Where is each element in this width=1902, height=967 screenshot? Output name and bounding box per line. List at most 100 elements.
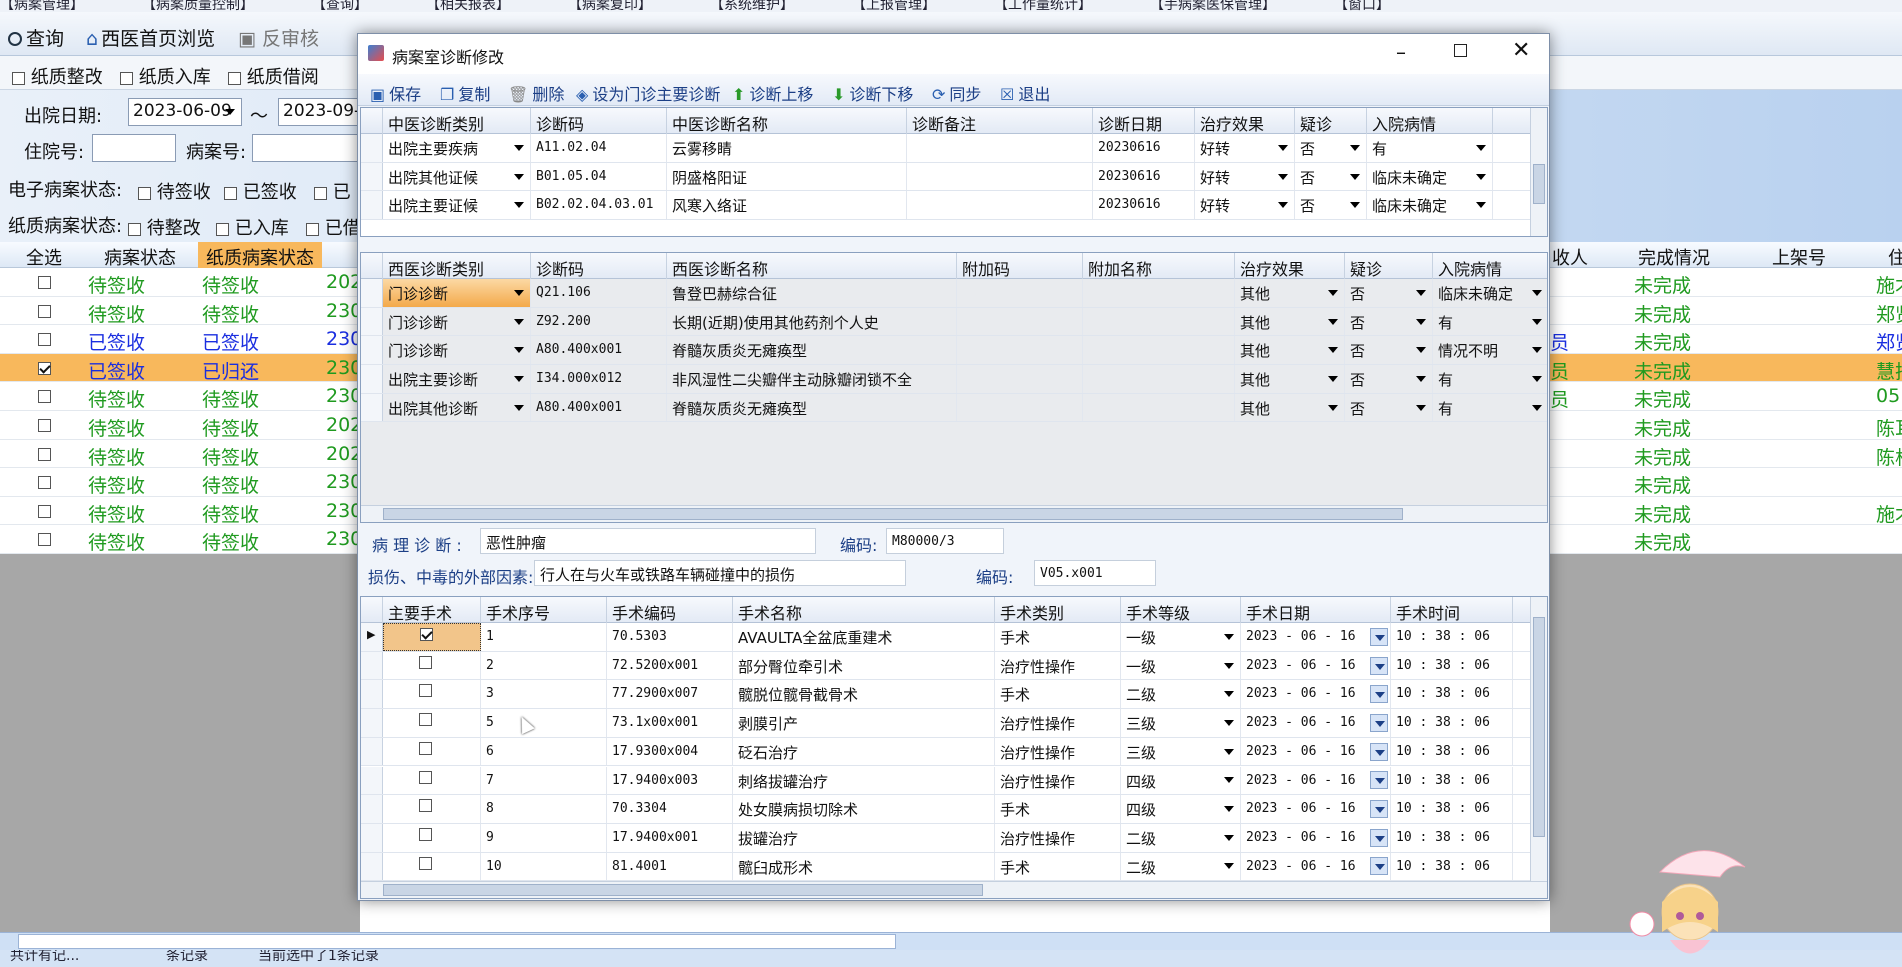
- surgery-time-cell[interactable]: 10 : 38 : 06: [1391, 795, 1513, 823]
- column-header[interactable]: 诊断码: [531, 108, 667, 134]
- surgery-date-cell[interactable]: 2023 - 06 - 16: [1241, 795, 1391, 823]
- column-header[interactable]: 疑诊: [1295, 108, 1367, 134]
- chevron-down-icon[interactable]: [1220, 685, 1238, 703]
- chevron-down-icon[interactable]: [1220, 829, 1238, 847]
- addon-code-cell[interactable]: [957, 336, 1083, 365]
- chevron-down-icon[interactable]: [1220, 714, 1238, 732]
- chevron-down-icon[interactable]: [1220, 743, 1238, 761]
- row-header[interactable]: [361, 852, 383, 881]
- checkbox[interactable]: [306, 222, 319, 236]
- table-row[interactable]: 3 77.2900x007 髋脱位髋骨截骨术 手术 二级 2023 - 06 - 16 10…: [361, 680, 1547, 710]
- column-header[interactable]: 入院病情: [1367, 108, 1493, 134]
- shelf-no-header[interactable]: 上架号: [1772, 244, 1826, 270]
- surgery-time-cell[interactable]: 10 : 38 : 06: [1391, 709, 1513, 737]
- chevron-down-icon[interactable]: [1274, 168, 1292, 186]
- row-header[interactable]: [361, 393, 383, 422]
- column-header[interactable]: 手术名称: [733, 597, 995, 623]
- row-checkbox[interactable]: [38, 533, 51, 547]
- chevron-down-icon[interactable]: [510, 313, 528, 331]
- surgery-date-cell[interactable]: 2023 - 06 - 16: [1241, 623, 1391, 651]
- effect-cell[interactable]: 其他: [1235, 365, 1345, 393]
- surgery-level-cell[interactable]: 二级: [1121, 852, 1241, 881]
- chevron-down-icon[interactable]: [1472, 168, 1490, 186]
- calendar-dropdown-icon[interactable]: [1370, 828, 1388, 847]
- pathology-code-input[interactable]: M80000/3: [886, 528, 1004, 554]
- chevron-down-icon[interactable]: [1412, 284, 1430, 302]
- calendar-dropdown-icon[interactable]: [1370, 713, 1388, 732]
- surgery-level-cell[interactable]: 三级: [1121, 709, 1241, 737]
- chevron-down-icon[interactable]: [1346, 196, 1364, 214]
- column-header[interactable]: 治疗效果: [1235, 253, 1345, 279]
- surgery-date-cell[interactable]: 2023 - 06 - 16: [1241, 823, 1391, 852]
- sync-button[interactable]: ⟳ 同步: [932, 81, 981, 105]
- query-button[interactable]: 查询: [8, 24, 64, 51]
- table-row[interactable]: 出院其他诊断 A80.400x001 脊髓灰质炎无瘫痪型 其他否有: [361, 393, 1547, 423]
- chevron-down-icon[interactable]: [510, 196, 528, 214]
- column-header[interactable]: 西医诊断名称: [667, 253, 957, 279]
- paper-borrow-check[interactable]: 纸质借阅: [228, 63, 319, 89]
- surgery-level-cell[interactable]: 一级: [1121, 623, 1241, 651]
- column-header[interactable]: 治疗效果: [1195, 108, 1295, 134]
- admission-no-input[interactable]: [92, 134, 176, 162]
- surgery-time-cell[interactable]: 10 : 38 : 06: [1391, 852, 1513, 881]
- chevron-down-icon[interactable]: [1528, 313, 1546, 331]
- status-header[interactable]: 病案状态: [104, 244, 176, 270]
- row-header[interactable]: [361, 336, 383, 365]
- scroll-thumb[interactable]: [18, 934, 896, 949]
- table-row[interactable]: 8 70.3304 处女膜病损切除术 手术 四级 2023 - 06 - 16 10 : 3…: [361, 795, 1547, 824]
- table-row[interactable]: 10 81.4001 髋臼成形术 手术 二级 2023 - 06 - 16 10 : 38 …: [361, 852, 1547, 882]
- tcm-category-cell[interactable]: 出院主要疾病: [383, 134, 531, 162]
- table-row[interactable]: 2 72.5200x001 部分臀位牵引术 治疗性操作 一级 2023 - 06 - 16…: [361, 651, 1547, 681]
- checkbox[interactable]: [224, 186, 237, 200]
- column-header[interactable]: 中医诊断名称: [667, 108, 907, 134]
- chevron-down-icon[interactable]: [1220, 771, 1238, 789]
- table-row[interactable]: 9 17.9400x001 拔罐治疗 治疗性操作 二级 2023 - 06 - 16 10 …: [361, 823, 1547, 853]
- emr-option-0[interactable]: 待签收: [138, 178, 211, 204]
- column-header[interactable]: 中医诊断类别: [383, 108, 531, 134]
- main-surgery-checkbox[interactable]: [419, 770, 432, 784]
- menu-item[interactable]: 【手病案医保管理】: [1150, 0, 1276, 12]
- effect-cell[interactable]: 其他: [1235, 307, 1345, 336]
- surgery-level-cell[interactable]: 四级: [1121, 766, 1241, 795]
- addon-code-cell[interactable]: [957, 365, 1083, 393]
- row-header[interactable]: [361, 134, 383, 162]
- calendar-dropdown-icon[interactable]: [1370, 800, 1388, 819]
- table-row[interactable]: 门诊诊断 Z92.200 长期(近期)使用其他药剂个人史 其他否有: [361, 307, 1547, 337]
- chevron-down-icon[interactable]: [1412, 370, 1430, 388]
- surgery-time-cell[interactable]: 10 : 38 : 06: [1391, 823, 1513, 852]
- suspected-cell[interactable]: 否: [1295, 162, 1367, 191]
- paper-option-1[interactable]: 已入库: [216, 214, 289, 240]
- chevron-down-icon[interactable]: [1528, 399, 1546, 417]
- table-row[interactable]: 5 73.1x00x001 剥膜引产 治疗性操作 三级 2023 - 06 - 16 10 …: [361, 709, 1547, 738]
- surgery-date-cell[interactable]: 2023 - 06 - 16: [1241, 766, 1391, 795]
- checkbox[interactable]: [128, 222, 141, 236]
- surgery-vertical-scrollbar[interactable]: [1530, 597, 1547, 881]
- menu-bar[interactable]: 【病案管理】 【病案质量控制】 【查询】 【相关报表】 【病案复印】 【系统维护】 【上报管…: [0, 0, 1902, 12]
- main-horizontal-scrollbar[interactable]: [0, 932, 1902, 950]
- effect-cell[interactable]: 好转: [1195, 191, 1295, 220]
- suspected-cell[interactable]: 否: [1345, 393, 1433, 422]
- wm-category-cell[interactable]: 门诊诊断: [383, 279, 531, 307]
- surgery-level-cell[interactable]: 四级: [1121, 795, 1241, 823]
- menu-item[interactable]: 【病案管理】: [0, 0, 84, 12]
- row-header[interactable]: [361, 191, 383, 220]
- chevron-down-icon[interactable]: [1220, 657, 1238, 675]
- wm-category-cell[interactable]: 门诊诊断: [383, 336, 531, 365]
- menu-item[interactable]: 【病案复印】: [568, 0, 652, 12]
- paper-rectify-check[interactable]: 纸质整改: [12, 63, 103, 89]
- table-row[interactable]: 出院主要疾病 A11.02.04 云雾移睛 20230616 好转否有: [361, 134, 1547, 163]
- table-row[interactable]: 6 17.9300x004 砭石治疗 治疗性操作 三级 2023 - 06 - 16 10 …: [361, 737, 1547, 767]
- column-header[interactable]: 诊断码: [531, 253, 667, 279]
- table-row[interactable]: 出院主要诊断 I34.000x012 非风湿性二尖瓣伴主动脉瓣闭锁不全 其他否有: [361, 365, 1547, 394]
- row-checkbox[interactable]: [38, 476, 51, 490]
- surgery-horizontal-scrollbar[interactable]: [361, 881, 1547, 898]
- wm-horizontal-scrollbar[interactable]: [361, 505, 1547, 522]
- column-header[interactable]: 手术类别: [995, 597, 1121, 623]
- column-header[interactable]: 疑诊: [1345, 253, 1433, 279]
- row-header[interactable]: [361, 651, 383, 680]
- emr-option-2[interactable]: 已: [314, 178, 351, 204]
- row-checkbox[interactable]: [38, 390, 51, 404]
- addon-code-cell[interactable]: [957, 393, 1083, 422]
- row-checkbox[interactable]: [38, 276, 51, 289]
- checkbox[interactable]: [120, 71, 133, 85]
